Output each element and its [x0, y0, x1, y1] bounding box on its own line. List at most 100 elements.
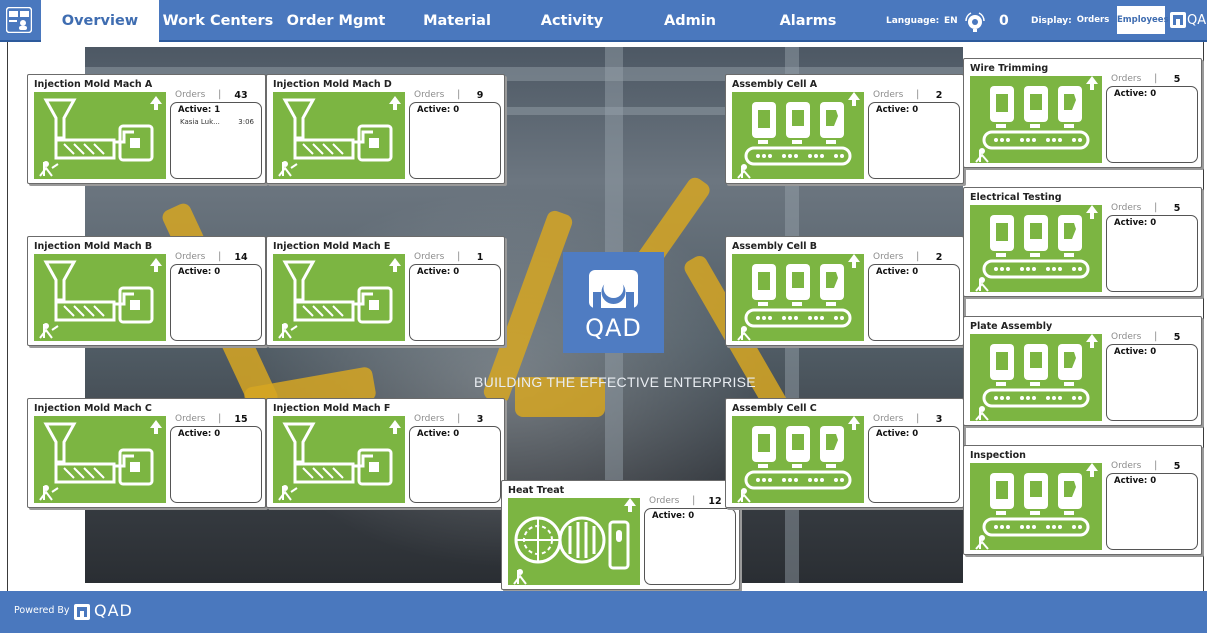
injection-mold-icon[interactable]: [34, 254, 166, 341]
active-panel[interactable]: Active: 0: [409, 264, 501, 341]
orders-label: Orders: [414, 90, 445, 100]
active-panel[interactable]: Active: 0: [868, 102, 960, 179]
injection-mold-icon[interactable]: [273, 92, 405, 179]
tile-title: Assembly Cell A: [732, 79, 818, 90]
tile-title: Injection Mold Mach F: [273, 403, 391, 414]
injection-mold-icon[interactable]: [34, 92, 166, 179]
assembly-line-icon[interactable]: [970, 334, 1102, 421]
assembly-line-icon[interactable]: [970, 205, 1102, 292]
active-count: Active: 0: [178, 429, 221, 439]
employee-name[interactable]: Kasia Luk...: [180, 118, 220, 126]
assembly-line-icon[interactable]: [732, 92, 864, 179]
active-panel[interactable]: Active: 0: [868, 426, 960, 503]
qad-logo-icon: [1170, 12, 1186, 28]
work-center-tile-heat-treat[interactable]: Heat Treat Orders | 12 Active: 0: [501, 480, 740, 590]
work-center-tile-wire-trimming[interactable]: Wire Trimming Orders | 5 Active: 0: [963, 58, 1202, 168]
orders-divider: |: [916, 413, 920, 424]
active-panel[interactable]: Active: 0: [170, 426, 262, 503]
orders-divider: |: [457, 413, 461, 424]
orders-count[interactable]: 2: [922, 90, 956, 101]
injection-mold-icon[interactable]: [34, 416, 166, 503]
active-count: Active: 1: [178, 105, 221, 115]
tile-title: Plate Assembly: [970, 321, 1053, 332]
orders-label: Orders: [1111, 74, 1142, 84]
heat-treat-icon[interactable]: [508, 498, 640, 585]
orders-divider: |: [1154, 460, 1158, 471]
work-center-tile-assembly-cell-c[interactable]: Assembly Cell C Orders | 3 Active: 0: [725, 398, 964, 508]
tab-alarms[interactable]: Alarms: [777, 0, 839, 42]
work-center-tile-injection-mold-mach-f[interactable]: Injection Mold Mach F Orders | 3 Active:…: [266, 398, 505, 508]
active-panel[interactable]: Active: 0: [409, 102, 501, 179]
powered-by-label: Powered By: [14, 605, 70, 616]
work-center-tile-assembly-cell-b[interactable]: Assembly Cell B Orders | 2 Active: 0: [725, 236, 964, 346]
assembly-line-icon[interactable]: [970, 463, 1102, 550]
orders-count[interactable]: 5: [1160, 461, 1194, 472]
tab-material-mgmt[interactable]: Material Mgmt: [398, 0, 516, 71]
orders-label: Orders: [873, 90, 904, 100]
work-center-tile-inspection[interactable]: Inspection Orders | 5 Active: 0: [963, 445, 1202, 555]
workstation-icon[interactable]: [5, 6, 33, 34]
active-panel[interactable]: Active: 0: [644, 508, 736, 585]
orders-count[interactable]: 2: [922, 252, 956, 263]
work-center-tile-injection-mold-mach-c[interactable]: Injection Mold Mach C Orders | 15 Active…: [27, 398, 266, 508]
orders-label: Orders: [175, 90, 206, 100]
brand-text: QA: [1187, 13, 1207, 28]
work-center-tile-electrical-testing[interactable]: Electrical Testing Orders | 5 Active: 0: [963, 187, 1202, 297]
tab-overview[interactable]: Overview: [41, 0, 159, 42]
tile-title: Injection Mold Mach E: [273, 241, 391, 252]
display-label: Display:: [1031, 16, 1072, 26]
active-count: Active: 0: [1114, 218, 1157, 228]
active-count: Active: 0: [417, 429, 460, 439]
orders-count[interactable]: 5: [1160, 74, 1194, 85]
orders-count[interactable]: 43: [224, 90, 258, 101]
language-selector[interactable]: EN: [944, 0, 958, 42]
tab-work-centers[interactable]: Work Centers: [162, 0, 274, 42]
active-panel[interactable]: Active: 1 Kasia Luk... 3:06: [170, 102, 262, 179]
orders-count[interactable]: 14: [224, 252, 258, 263]
assembly-line-icon[interactable]: [732, 416, 864, 503]
tile-title: Injection Mold Mach D: [273, 79, 392, 90]
assembly-line-icon[interactable]: [732, 254, 864, 341]
active-count: Active: 0: [876, 105, 919, 115]
active-panel[interactable]: Active: 0: [1106, 86, 1198, 163]
orders-label: Orders: [414, 414, 445, 424]
orders-count[interactable]: 15: [224, 414, 258, 425]
active-panel[interactable]: Active: 0: [868, 264, 960, 341]
active-count: Active: 0: [652, 511, 695, 521]
display-orders-button[interactable]: Orders: [1076, 6, 1110, 34]
tab-activity-mgmt[interactable]: Activity Mgmt: [518, 0, 626, 71]
orders-divider: |: [218, 89, 222, 100]
orders-divider: |: [916, 89, 920, 100]
work-center-tile-injection-mold-mach-b[interactable]: Injection Mold Mach B Orders | 14 Active…: [27, 236, 266, 346]
active-count: Active: 0: [1114, 476, 1157, 486]
work-center-tile-injection-mold-mach-a[interactable]: Injection Mold Mach A Orders | 43 Active…: [27, 74, 266, 184]
orders-count[interactable]: 3: [922, 414, 956, 425]
active-panel[interactable]: Active: 0: [170, 264, 262, 341]
orders-count[interactable]: 5: [1160, 332, 1194, 343]
work-center-tile-injection-mold-mach-d[interactable]: Injection Mold Mach D Orders | 9 Active:…: [266, 74, 505, 184]
tab-admin[interactable]: Admin: [660, 0, 720, 42]
display-employees-button[interactable]: Employees: [1117, 6, 1169, 34]
footer-brand-text: QAD: [94, 601, 133, 620]
active-panel[interactable]: Active: 0: [1106, 473, 1198, 550]
tab-order-mgmt[interactable]: Order Mgmt: [283, 0, 389, 42]
active-panel[interactable]: Active: 0: [1106, 344, 1198, 421]
orders-count[interactable]: 9: [463, 90, 497, 101]
orders-divider: |: [1154, 202, 1158, 213]
injection-mold-icon[interactable]: [273, 416, 405, 503]
footer-bar: Powered By QAD: [0, 591, 1207, 633]
work-center-tile-plate-assembly[interactable]: Plate Assembly Orders | 5 Active: 0: [963, 316, 1202, 426]
tile-title: Injection Mold Mach A: [34, 79, 153, 90]
assembly-line-icon[interactable]: [970, 76, 1102, 163]
active-count: Active: 0: [876, 267, 919, 277]
orders-count[interactable]: 3: [463, 414, 497, 425]
active-panel[interactable]: Active: 0: [409, 426, 501, 503]
work-center-tile-injection-mold-mach-e[interactable]: Injection Mold Mach E Orders | 1 Active:…: [266, 236, 505, 346]
orders-count[interactable]: 1: [463, 252, 497, 263]
work-center-tile-assembly-cell-a[interactable]: Assembly Cell A Orders | 2 Active: 0: [725, 74, 964, 184]
orders-count[interactable]: 5: [1160, 203, 1194, 214]
orders-divider: |: [1154, 73, 1158, 84]
injection-mold-icon[interactable]: [273, 254, 405, 341]
alarm-bell-icon[interactable]: [963, 9, 987, 33]
active-panel[interactable]: Active: 0: [1106, 215, 1198, 292]
